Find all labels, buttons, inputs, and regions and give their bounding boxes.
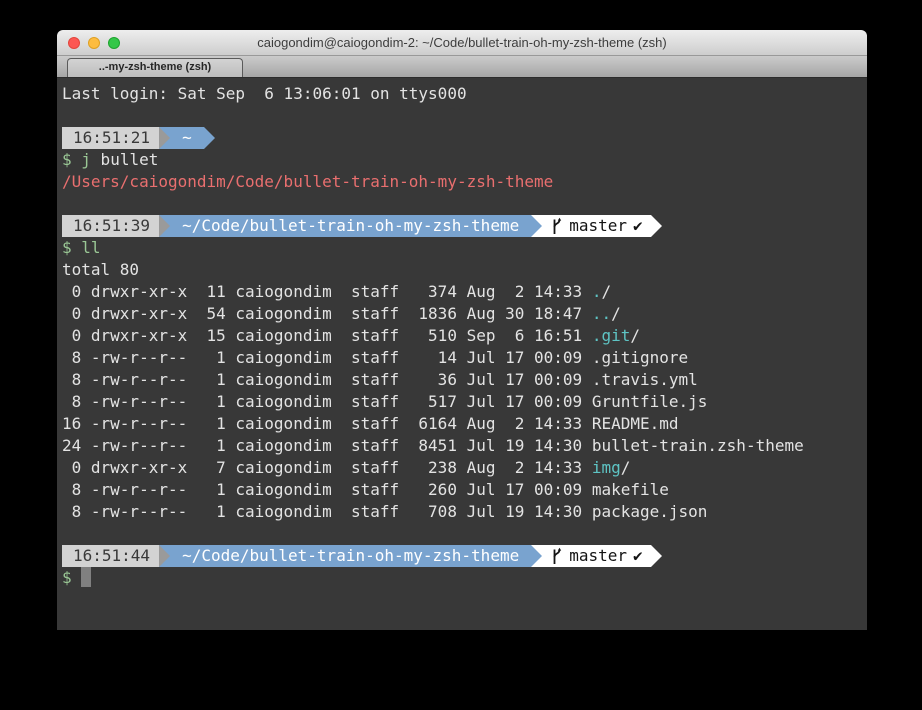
git-branch-name: master xyxy=(569,545,627,567)
prompt-git-segment: master ✔ xyxy=(542,215,650,237)
powerline-arrow-icon xyxy=(159,545,170,567)
zoom-button[interactable] xyxy=(108,37,120,49)
blank-line xyxy=(62,523,863,545)
git-branch-name: master xyxy=(569,215,627,237)
command-line: $ xyxy=(62,567,863,589)
listing-row: 0 drwxr-xr-x 7 caiogondim staff 238 Aug … xyxy=(62,457,863,479)
prompt-git-segment: master ✔ xyxy=(542,545,650,567)
command-output-line: /Users/caiogondim/Code/bullet-train-oh-m… xyxy=(62,171,863,193)
file-name: Gruntfile.js xyxy=(592,392,708,411)
listing-row: 8 -rw-r--r-- 1 caiogondim staff 260 Jul … xyxy=(62,479,863,501)
file-name: .travis.yml xyxy=(592,370,698,389)
listing-row: 24 -rw-r--r-- 1 caiogondim staff 8451 Ju… xyxy=(62,435,863,457)
terminal-window: caiogondim@caiogondim-2: ~/Code/bullet-t… xyxy=(57,30,867,630)
prompt-path-segment: ~/Code/bullet-train-oh-my-zsh-theme xyxy=(170,545,531,567)
branch-icon xyxy=(550,217,563,236)
blank-line xyxy=(62,193,863,215)
listing-row: 8 -rw-r--r-- 1 caiogondim staff 708 Jul … xyxy=(62,501,863,523)
powerline-arrow-icon xyxy=(204,127,215,149)
prompt-time-segment: 16:51:44 xyxy=(62,545,159,567)
file-name: bullet-train.zsh-theme xyxy=(592,436,804,455)
prompt-time-segment: 16:51:39 xyxy=(62,215,159,237)
listing-row: 0 drwxr-xr-x 11 caiogondim staff 374 Aug… xyxy=(62,281,863,303)
powerline-arrow-icon xyxy=(651,215,662,237)
blank-line xyxy=(62,105,863,127)
prompt-line: 16:51:21 ~ xyxy=(62,127,863,149)
listing-row: 16 -rw-r--r-- 1 caiogondim staff 6164 Au… xyxy=(62,413,863,435)
last-login-line: Last login: Sat Sep 6 13:06:01 on ttys00… xyxy=(62,83,863,105)
tab-my-zsh-theme[interactable]: ..-my-zsh-theme (zsh) xyxy=(67,58,243,77)
checkmark-icon: ✔ xyxy=(633,545,643,567)
tab-bar: ..-my-zsh-theme (zsh) xyxy=(57,56,867,78)
minimize-button[interactable] xyxy=(88,37,100,49)
file-name: .gitignore xyxy=(592,348,688,367)
prompt-path-segment: ~ xyxy=(170,127,204,149)
prompt-line: 16:51:39 ~/Code/bullet-train-oh-my-zsh-th… xyxy=(62,215,863,237)
listing-row: 0 drwxr-xr-x 54 caiogondim staff 1836 Au… xyxy=(62,303,863,325)
title-bar[interactable]: caiogondim@caiogondim-2: ~/Code/bullet-t… xyxy=(57,30,867,56)
block-cursor xyxy=(81,567,91,587)
powerline-arrow-icon xyxy=(531,215,542,237)
powerline-arrow-icon xyxy=(159,215,170,237)
directory-name: .. xyxy=(592,304,611,323)
prompt-path-segment: ~/Code/bullet-train-oh-my-zsh-theme xyxy=(170,215,531,237)
listing-row: 8 -rw-r--r-- 1 caiogondim staff 36 Jul 1… xyxy=(62,369,863,391)
checkmark-icon: ✔ xyxy=(633,215,643,237)
listing-row: 0 drwxr-xr-x 15 caiogondim staff 510 Sep… xyxy=(62,325,863,347)
window-title: caiogondim@caiogondim-2: ~/Code/bullet-t… xyxy=(57,30,867,55)
close-button[interactable] xyxy=(68,37,80,49)
powerline-arrow-icon xyxy=(159,127,170,149)
branch-icon xyxy=(550,547,563,566)
file-name: README.md xyxy=(592,414,679,433)
terminal-output[interactable]: Last login: Sat Sep 6 13:06:01 on ttys00… xyxy=(57,78,867,630)
powerline-arrow-icon xyxy=(651,545,662,567)
command-line: $ ll xyxy=(62,237,863,259)
directory-name: . xyxy=(592,282,602,301)
file-name: package.json xyxy=(592,502,708,521)
directory-name: img xyxy=(592,458,621,477)
listing-row: 8 -rw-r--r-- 1 caiogondim staff 517 Jul … xyxy=(62,391,863,413)
listing-total-line: total 80 xyxy=(62,259,863,281)
directory-name: .git xyxy=(592,326,631,345)
command-line: $ j bullet xyxy=(62,149,863,171)
prompt-line: 16:51:44 ~/Code/bullet-train-oh-my-zsh-th… xyxy=(62,545,863,567)
powerline-arrow-icon xyxy=(531,545,542,567)
file-name: makefile xyxy=(592,480,669,499)
prompt-time-segment: 16:51:21 xyxy=(62,127,159,149)
listing-row: 8 -rw-r--r-- 1 caiogondim staff 14 Jul 1… xyxy=(62,347,863,369)
